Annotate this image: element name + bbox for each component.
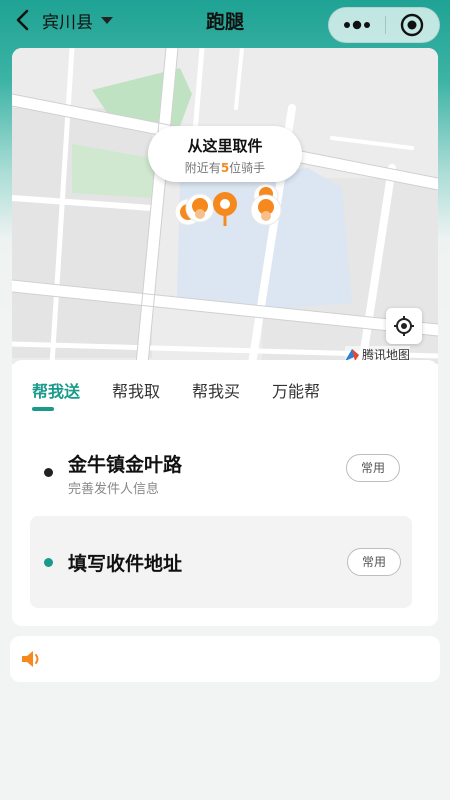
receiver-address-placeholder: 填写收件地址: [68, 553, 183, 575]
chevron-left-icon[interactable]: [10, 7, 36, 33]
more-button[interactable]: [329, 8, 384, 42]
close-button[interactable]: [384, 8, 439, 42]
service-tabs: 帮我送 帮我取 帮我买 万能帮: [32, 378, 352, 414]
target-circle-icon: [400, 13, 423, 37]
tab-pickup[interactable]: 帮我取: [112, 378, 160, 414]
sender-dot-icon: [44, 468, 53, 477]
rider-count-text: 附近有5位骑手: [148, 159, 302, 176]
map-canvas: [12, 48, 438, 370]
sender-frequent-button[interactable]: 常用: [346, 454, 400, 482]
crosshair-icon: [394, 316, 414, 336]
rider-count: 5: [220, 161, 230, 175]
map-view[interactable]: 从这里取件 附近有5位骑手 腾讯地图: [12, 48, 438, 370]
notice-bar[interactable]: [10, 636, 440, 682]
location-selector[interactable]: 宾川县: [42, 8, 113, 33]
rider-icon: [250, 194, 282, 226]
receiver-dot-icon: [44, 558, 53, 567]
top-bar: 宾川县 跑腿: [0, 0, 450, 44]
location-label: 宾川县: [42, 13, 93, 33]
sender-address-row[interactable]: 金牛镇金叶路 完善发件人信息 常用: [12, 430, 438, 510]
main-card: 从这里取件 附近有5位骑手 腾讯地图 帮我送 帮我取 帮我买 万能帮 金牛镇金叶…: [12, 48, 438, 626]
receiver-frequent-button[interactable]: 常用: [347, 548, 401, 576]
sender-info-hint: 完善发件人信息: [68, 482, 160, 497]
pickup-title: 从这里取件: [187, 137, 263, 155]
rider-icon: [185, 193, 215, 223]
receiver-address-row[interactable]: 填写收件地址 常用: [30, 516, 412, 608]
rider-count-prefix: 附近有: [184, 161, 221, 175]
pickup-bubble: 从这里取件 附近有5位骑手: [148, 126, 302, 182]
speaker-icon: [22, 651, 39, 667]
more-dots-icon: [343, 20, 370, 30]
sender-address: 金牛镇金叶路: [68, 454, 183, 476]
active-tab-indicator: [32, 407, 54, 411]
locate-button[interactable]: [386, 308, 422, 344]
tab-all-purpose[interactable]: 万能帮: [272, 378, 320, 414]
caret-down-icon: [101, 17, 113, 24]
miniprogram-capsule: [328, 7, 440, 43]
rider-count-suffix: 位骑手: [229, 161, 266, 175]
tencent-map-logo-icon: [345, 348, 359, 361]
order-panel: 帮我送 帮我取 帮我买 万能帮 金牛镇金叶路 完善发件人信息 常用 填写收件地址…: [12, 360, 438, 626]
tab-buy[interactable]: 帮我买: [192, 378, 240, 414]
